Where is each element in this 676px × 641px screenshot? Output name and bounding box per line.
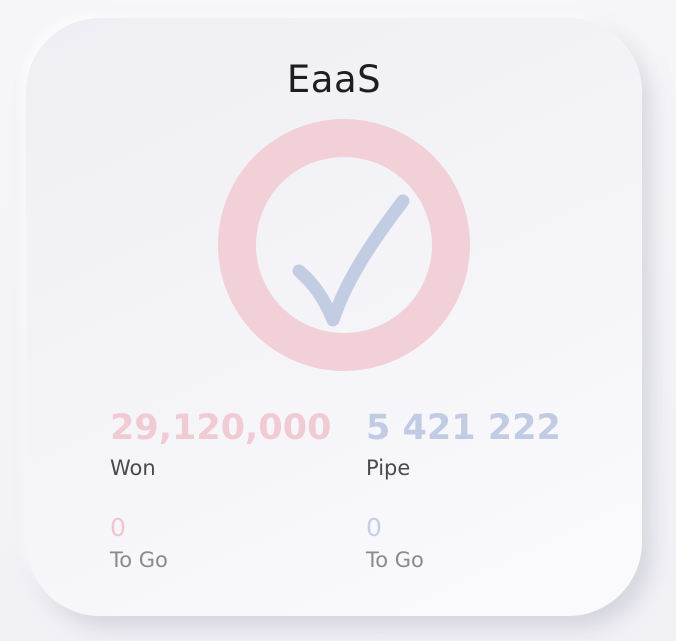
won-togo-metric: 0 To Go (110, 514, 168, 573)
won-metric: 29,120,000 Won (110, 408, 331, 481)
won-togo-value: 0 (110, 513, 126, 542)
card-title: EaaS (286, 58, 382, 101)
page: EaaS 29,120,000 Won 5 421 222 Pipe 0 To … (0, 0, 676, 641)
checkmark-stroke (292, 194, 410, 327)
pipe-metric: 5 421 222 Pipe (366, 408, 561, 481)
pipe-togo-value: 0 (366, 513, 382, 542)
pipe-label: Pipe (366, 456, 411, 480)
pipe-togo-metric: 0 To Go (366, 514, 424, 573)
won-value: 29,120,000 (110, 408, 332, 448)
pipe-value: 5 421 222 (366, 408, 561, 448)
won-togo-label: To Go (110, 548, 168, 572)
won-label: Won (110, 456, 156, 480)
pipe-togo-label: To Go (366, 548, 424, 572)
eaas-card: EaaS 29,120,000 Won 5 421 222 Pipe 0 To … (26, 18, 642, 616)
status-ring-circle (218, 119, 470, 371)
checkmark-in-ring-icon (218, 119, 470, 371)
